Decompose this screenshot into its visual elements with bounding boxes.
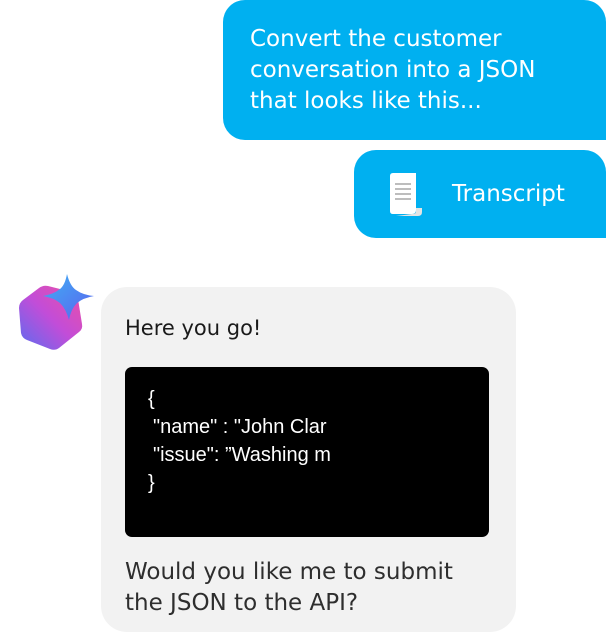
user-message-text: Convert the customer conversation into a… [250, 26, 536, 114]
sparkle-hexagon-icon [19, 274, 94, 350]
assistant-message-bubble: Here you go! { "name" : "John Clar "issu… [101, 287, 516, 632]
code-line: { [148, 388, 155, 410]
code-line: "name" : "John Clar [153, 416, 327, 438]
assistant-question: Would you like me to submit the JSON to … [125, 559, 453, 616]
document-icon [390, 173, 422, 216]
assistant-greeting: Here you go! [125, 316, 262, 340]
attachment-bubble[interactable]: Transcript [354, 150, 606, 238]
code-line: "issue": ”Washing m [153, 444, 331, 466]
json-code-block: { "name" : "John Clar "issue": ”Washing … [125, 367, 489, 537]
attachment-label: Transcript [452, 181, 565, 207]
user-message-bubble: Convert the customer conversation into a… [223, 0, 606, 140]
code-line: } [148, 472, 155, 494]
